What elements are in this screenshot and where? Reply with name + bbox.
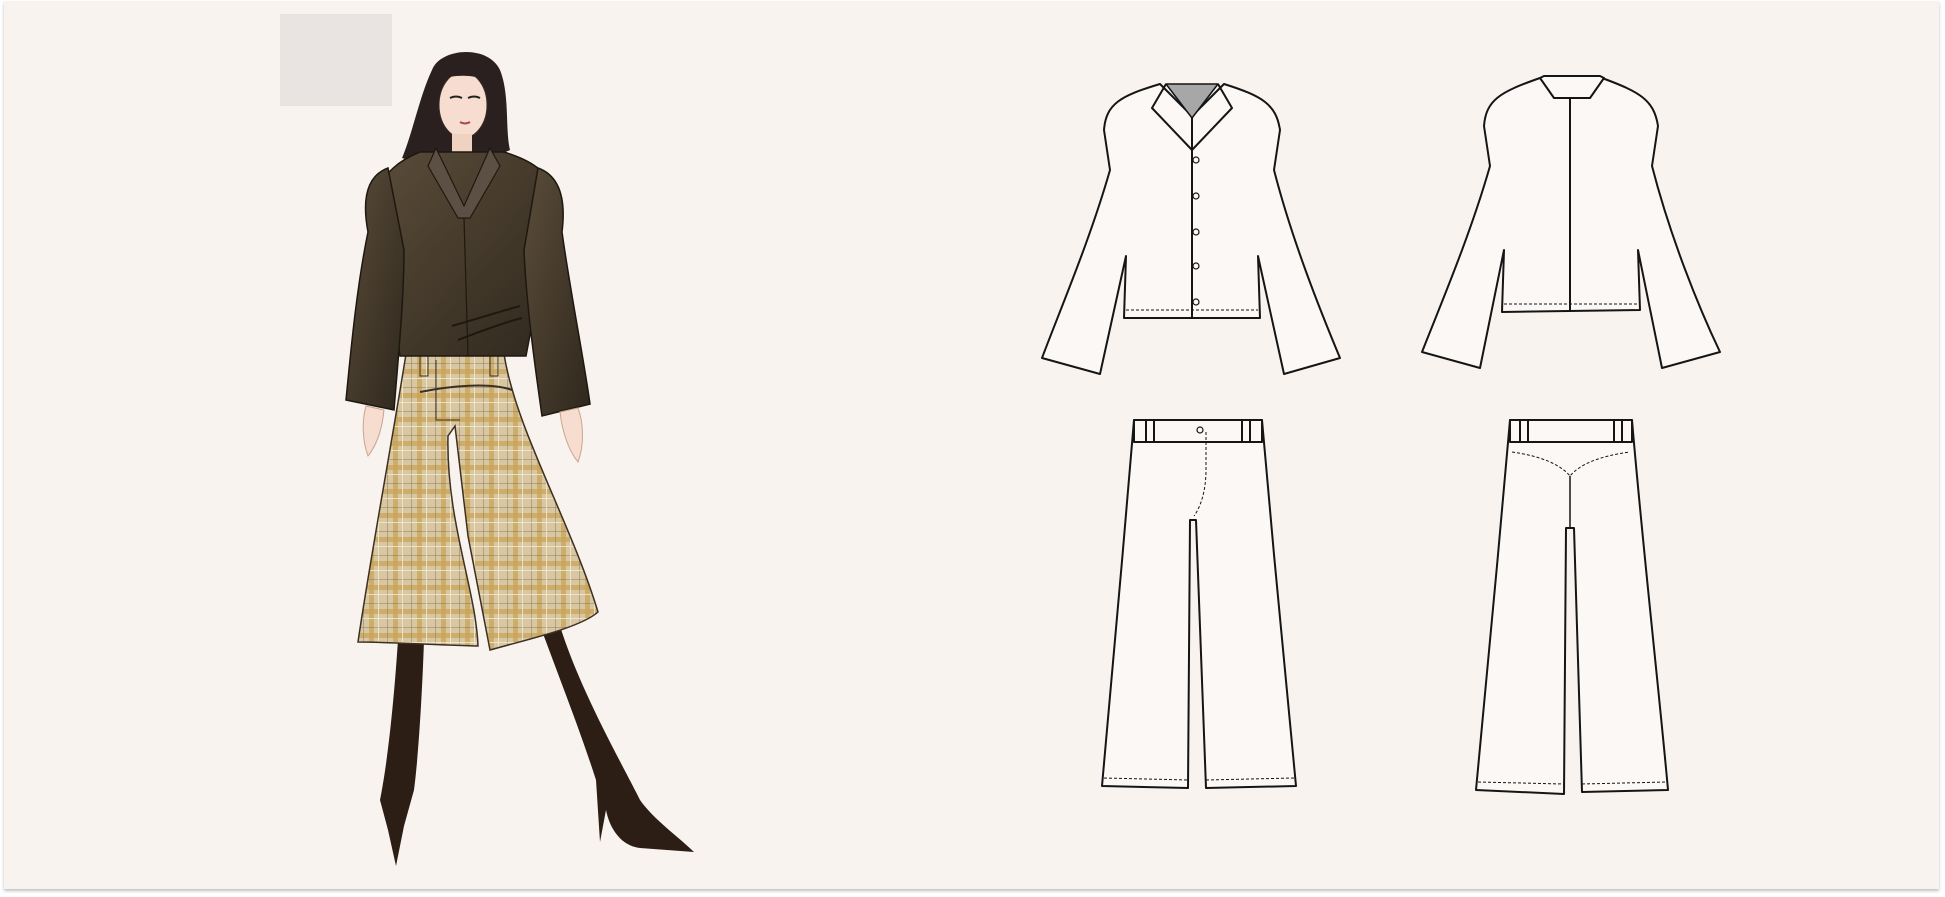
shirt-back-flat [1421, 75, 1721, 369]
face [438, 71, 488, 139]
left-hand [362, 405, 385, 458]
left-leg [380, 640, 424, 866]
shirt-front-flat [1041, 83, 1341, 375]
trousers-front-flat [1101, 419, 1297, 789]
fashion-illustration [345, 51, 694, 866]
jacket-sleeve-right [523, 166, 591, 417]
right-leg [538, 620, 694, 852]
design-canvas [345, 51, 1721, 866]
trousers-back-flat [1475, 419, 1669, 795]
right-hand [559, 407, 583, 463]
jacket-sleeve-left [345, 166, 405, 411]
